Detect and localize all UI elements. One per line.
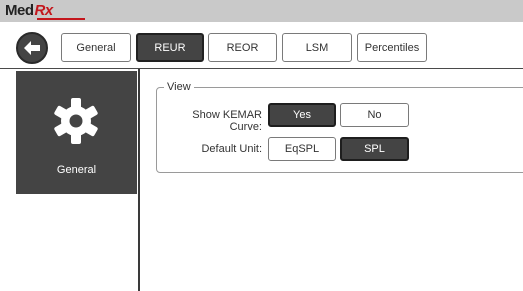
arrow-left-icon bbox=[24, 41, 40, 55]
back-button[interactable] bbox=[16, 32, 48, 64]
unit-spl-button[interactable]: SPL bbox=[340, 137, 409, 161]
default-unit-label: Default Unit: bbox=[201, 143, 262, 155]
kemar-yes-button[interactable]: Yes bbox=[268, 103, 336, 127]
sidebar: General bbox=[0, 69, 140, 291]
title-bar: MedRx bbox=[0, 0, 523, 22]
tab-lsm[interactable]: LSM bbox=[282, 33, 352, 62]
unit-eqspl-button[interactable]: EqSPL bbox=[268, 137, 336, 161]
tab-percentiles[interactable]: Percentiles bbox=[357, 33, 427, 62]
logo-text-med: Med bbox=[5, 2, 34, 19]
kemar-no-button[interactable]: No bbox=[340, 103, 409, 127]
tab-general[interactable]: General bbox=[61, 33, 131, 62]
view-group-title: View bbox=[164, 81, 194, 93]
logo-underline bbox=[37, 18, 85, 20]
show-kemar-label: Show KEMAR Curve: bbox=[192, 109, 262, 133]
gear-icon bbox=[54, 98, 98, 144]
sidebar-item-label: General bbox=[56, 164, 97, 176]
tab-reor[interactable]: REOR bbox=[208, 33, 277, 62]
medrx-logo: MedRx bbox=[5, 2, 85, 20]
logo-text-rx: Rx bbox=[34, 2, 54, 19]
sidebar-item-general[interactable]: General bbox=[16, 71, 137, 194]
tab-reur[interactable]: REUR bbox=[136, 33, 204, 62]
